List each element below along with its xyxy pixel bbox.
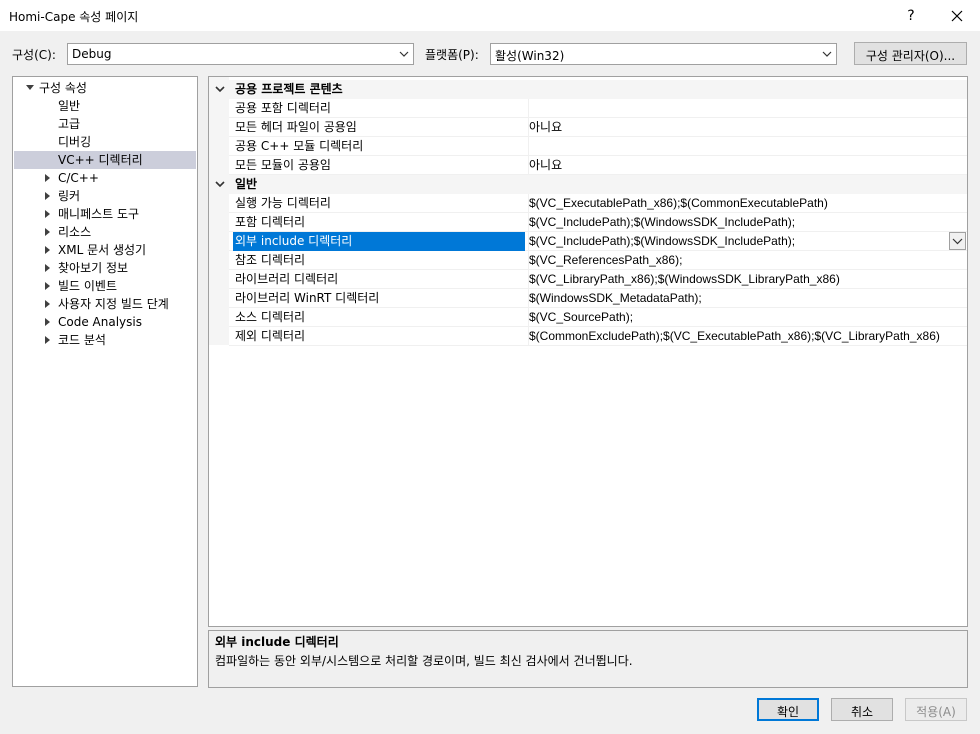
expand-icon[interactable]: [45, 336, 50, 344]
tree-item-browse-info[interactable]: 찾아보기 정보: [14, 259, 196, 277]
apply-button[interactable]: 적용(A): [905, 698, 967, 721]
expand-icon[interactable]: [45, 192, 50, 200]
expand-icon[interactable]: [45, 318, 50, 326]
platform-value: 활성(Win32): [495, 49, 565, 63]
grid-row-selected[interactable]: 외부 include 디렉터리 $(VC_IncludePath);$(Wind…: [229, 232, 967, 251]
tree-item-vc-directories[interactable]: VC++ 디렉터리: [14, 151, 196, 169]
title-bar: Homi-Cape 속성 페이지 ?: [0, 0, 980, 31]
description-title: 외부 include 디렉터리: [215, 635, 339, 649]
expand-icon[interactable]: [45, 174, 50, 182]
chevron-down-icon: [822, 51, 832, 57]
tree-item-advanced[interactable]: 고급: [14, 115, 196, 133]
tree-item-debugging[interactable]: 디버깅: [14, 133, 196, 151]
grid-row[interactable]: 공용 포함 디렉터리: [229, 99, 967, 118]
chevron-down-icon[interactable]: [215, 179, 225, 189]
grid-row[interactable]: 참조 디렉터리 $(VC_ReferencesPath_x86);: [229, 251, 967, 270]
property-grid: 공용 프로젝트 콘텐츠 공용 포함 디렉터리 모든 헤더 파일이 공용임 아니요…: [208, 76, 968, 627]
config-manager-button[interactable]: 구성 관리자(O)...: [854, 42, 967, 65]
expand-icon[interactable]: [45, 300, 50, 308]
chevron-down-icon[interactable]: [215, 84, 225, 94]
grid-row[interactable]: 모든 헤더 파일이 공용임 아니요: [229, 118, 967, 137]
cancel-button[interactable]: 취소: [831, 698, 893, 721]
grid-gutter: [209, 77, 229, 345]
description-panel: 외부 include 디렉터리 컴파일하는 동안 외부/시스템으로 처리할 경로…: [208, 630, 968, 688]
collapse-icon: [26, 85, 34, 90]
window-title: Homi-Cape 속성 페이지: [9, 10, 139, 24]
tree-item-linker[interactable]: 링커: [14, 187, 196, 205]
config-label: 구성(C):: [12, 48, 56, 62]
config-value: Debug: [72, 47, 112, 61]
grid-row[interactable]: 공용 C++ 모듈 디렉터리: [229, 137, 967, 156]
tree-item-general[interactable]: 일반: [14, 97, 196, 115]
category-general[interactable]: 일반: [209, 175, 967, 194]
help-button[interactable]: ?: [888, 0, 934, 31]
grid-row[interactable]: 모든 모듈이 공용임 아니요: [229, 156, 967, 175]
expand-icon[interactable]: [45, 210, 50, 218]
tree-item-xml-doc[interactable]: XML 문서 생성기: [14, 241, 196, 259]
value-dropdown-button[interactable]: [949, 232, 966, 250]
config-select[interactable]: Debug: [67, 43, 414, 65]
expand-icon[interactable]: [45, 246, 50, 254]
grid-row[interactable]: 실행 가능 디렉터리 $(VC_ExecutablePath_x86);$(Co…: [229, 194, 967, 213]
expand-icon[interactable]: [45, 264, 50, 272]
tree-item-custom-build-step[interactable]: 사용자 지정 빌드 단계: [14, 295, 196, 313]
grid-row[interactable]: 소스 디렉터리 $(VC_SourcePath);: [229, 308, 967, 327]
tree-item-manifest-tool[interactable]: 매니페스트 도구: [14, 205, 196, 223]
expand-icon[interactable]: [45, 228, 50, 236]
ok-button[interactable]: 확인: [757, 698, 819, 721]
description-text: 컴파일하는 동안 외부/시스템으로 처리할 경로이며, 빌드 최신 검사에서 건…: [215, 654, 633, 668]
expand-icon[interactable]: [45, 282, 50, 290]
tree-item-c-cpp[interactable]: C/C++: [14, 169, 196, 187]
property-tree: 구성 속성 일반 고급 디버깅 VC++ 디렉터리 C/C++ 링커 매니페스트…: [12, 76, 198, 687]
chevron-down-icon: [952, 238, 963, 245]
tree-item-code-analysis[interactable]: Code Analysis: [14, 313, 196, 331]
platform-select[interactable]: 활성(Win32): [490, 43, 837, 65]
platform-label: 플랫폼(P):: [425, 48, 479, 62]
grid-row[interactable]: 라이브러리 디렉터리 $(VC_LibraryPath_x86);$(Windo…: [229, 270, 967, 289]
category-shared-content[interactable]: 공용 프로젝트 콘텐츠: [209, 80, 967, 99]
tree-item-resources[interactable]: 리소스: [14, 223, 196, 241]
chevron-down-icon: [399, 51, 409, 57]
tree-item-code-analysis-ko[interactable]: 코드 분석: [14, 331, 196, 349]
tree-item-build-events[interactable]: 빌드 이벤트: [14, 277, 196, 295]
close-icon: [951, 10, 963, 21]
tree-root[interactable]: 구성 속성: [14, 79, 196, 97]
grid-row[interactable]: 제외 디렉터리 $(CommonExcludePath);$(VC_Execut…: [229, 327, 967, 346]
grid-row[interactable]: 포함 디렉터리 $(VC_IncludePath);$(WindowsSDK_I…: [229, 213, 967, 232]
grid-row[interactable]: 라이브러리 WinRT 디렉터리 $(WindowsSDK_MetadataPa…: [229, 289, 967, 308]
close-button[interactable]: [934, 0, 980, 31]
